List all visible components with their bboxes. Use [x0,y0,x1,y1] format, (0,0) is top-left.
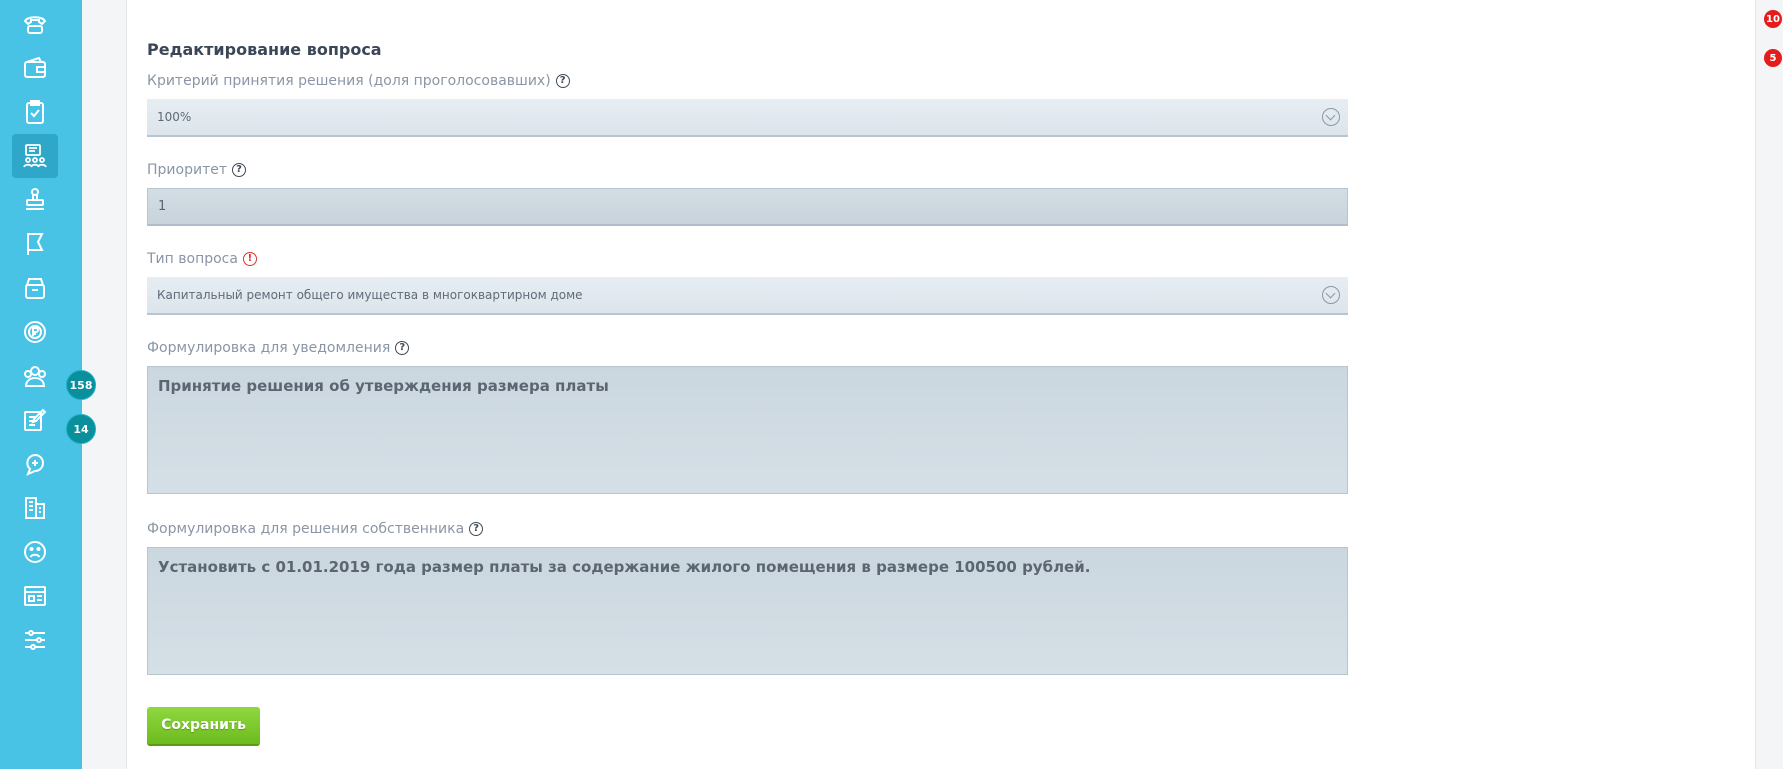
users-icon [24,366,46,387]
priority-label-row: Приоритет ? [147,162,246,178]
ruble-coin-icon [24,321,46,343]
chevron-down-icon [1322,286,1340,304]
help-icon[interactable]: ? [232,163,246,177]
criterion-select-value: 100% [157,110,192,124]
chevron-down-icon [1322,108,1340,126]
sidebar-item-flag[interactable] [12,222,58,266]
owner-wording-label-row: Формулировка для решения собственника ? [147,521,484,537]
sidebar-item-wallet[interactable] [12,46,58,90]
sidebar-item-buildings[interactable] [12,486,58,530]
chat-add-icon [26,453,44,476]
residents-count-badge: 158 [66,370,96,400]
notice-wording-label-row: Формулировка для уведомления ? [147,340,410,356]
page-title: Редактирование вопроса [147,40,382,59]
building-icon [25,497,45,519]
criterion-label: Критерий принятия решения (доля проголос… [147,73,551,89]
notice-wording-textarea[interactable]: Принятие решения об утверждения размера … [147,366,1348,494]
sidebar-item-complaints[interactable] [12,530,58,574]
type-select-value: Капитальный ремонт общего имущества в мн… [157,288,583,302]
phone-icon [23,16,47,34]
sidebar-item-meetings[interactable] [12,134,58,178]
sidebar-item-tasks[interactable] [12,90,58,134]
sidebar-item-payments[interactable] [12,310,58,354]
criterion-select[interactable]: 100% [147,99,1348,137]
sidebar-item-stamp[interactable] [12,178,58,222]
help-icon[interactable]: ? [555,74,570,88]
warning-icon[interactable]: ! [242,252,257,266]
priority-label: Приоритет [147,162,227,178]
type-label-row: Тип вопроса ! [147,251,257,267]
edit-document-icon [24,408,47,431]
voting-meeting-icon [23,144,47,168]
sad-face-icon [24,541,46,563]
stamp-icon [26,188,44,210]
sidebar-item-news[interactable] [12,574,58,618]
sidebar-item-chat[interactable] [12,442,58,486]
sliders-icon [25,630,45,650]
sidebar: 158 14 [0,0,96,769]
wallet-icon [24,56,46,78]
notification-badge-second[interactable]: 5 [1764,49,1782,67]
sidebar-item-requests[interactable] [12,398,58,442]
clipboard-check-icon [26,100,44,124]
news-icon [24,586,46,606]
save-button[interactable]: Сохранить [147,707,260,746]
owner-wording-label: Формулировка для решения собственника [147,521,465,537]
sidebar-item-settings[interactable] [12,618,58,662]
priority-input[interactable]: 1 [147,188,1348,226]
help-icon[interactable]: ? [469,522,484,536]
owner-wording-textarea[interactable]: Установить с 01.01.2019 года размер плат… [147,547,1348,675]
sidebar-item-archive[interactable] [12,266,58,310]
type-label: Тип вопроса [147,251,238,267]
requests-count-badge: 14 [66,414,96,444]
sidebar-item-residents[interactable] [12,354,58,398]
type-select[interactable]: Капитальный ремонт общего имущества в мн… [147,277,1348,315]
notification-badge-top[interactable]: 10 [1764,10,1782,28]
help-icon[interactable]: ? [395,341,410,355]
criterion-label-row: Критерий принятия решения (доля проголос… [147,73,570,89]
flag-icon [27,233,44,255]
notice-wording-label: Формулировка для уведомления [147,340,391,356]
sidebar-item-phone[interactable] [12,2,58,46]
archive-icon [25,278,45,299]
